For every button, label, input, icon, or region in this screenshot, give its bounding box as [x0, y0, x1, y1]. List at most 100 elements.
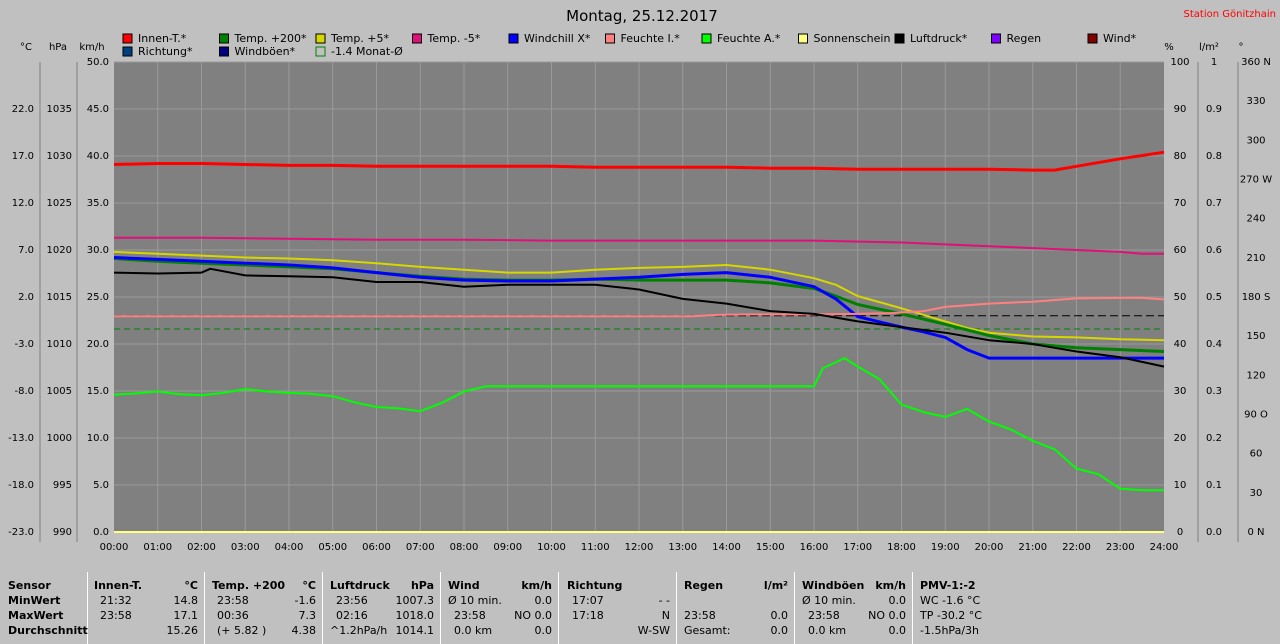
- tick-time: 17:00: [843, 542, 872, 553]
- tick-kmh: 0.0: [93, 527, 109, 538]
- stats-time: 02:16: [336, 609, 368, 622]
- stats-value: TP -30.2 °C: [920, 609, 982, 622]
- legend-label: Feuchte A.*: [717, 32, 781, 45]
- tick-time: 13:00: [668, 542, 697, 553]
- tick-rain: 0.6: [1206, 245, 1222, 256]
- stats-max-label: MaxWert: [8, 609, 64, 622]
- legend-label: Feuchte I.*: [621, 32, 681, 45]
- stats-note: Gesamt:: [684, 624, 731, 637]
- tick-celsius: -13.0: [8, 433, 34, 444]
- stats-title: Wind: [448, 579, 480, 592]
- tick-rain: 0.3: [1206, 386, 1222, 397]
- stats-title: Temp. +200: [212, 579, 286, 592]
- stats-unit: °C: [302, 579, 316, 592]
- tick-rain: 0.0: [1206, 527, 1222, 538]
- stats-regen: Regen l/m² 23:58 0.0 Gesamt: 0.0: [677, 572, 795, 644]
- stats-value: -1.5hPa/3h: [920, 624, 979, 637]
- tick-direction: 150: [1246, 331, 1265, 342]
- legend-label: Luftdruck*: [910, 32, 968, 45]
- tick-time: 07:00: [406, 542, 435, 553]
- axis-unit-label: °: [1239, 42, 1244, 53]
- tick-percent: 80: [1174, 151, 1187, 162]
- legend-swatch: [894, 33, 905, 44]
- stats-time: Ø 10 min.: [448, 594, 502, 607]
- tick-time: 11:00: [581, 542, 610, 553]
- legend-label: Windböen*: [235, 45, 296, 58]
- tick-time: 19:00: [931, 542, 960, 553]
- stats-value: W-SW: [637, 624, 670, 637]
- tick-direction: 330: [1246, 96, 1265, 107]
- stats-avg-label: Durchschnitt: [8, 624, 88, 637]
- stats-time: 17:07: [572, 594, 604, 607]
- stats-sensor: Sensor MinWert MaxWert Durchschnitt: [0, 572, 88, 644]
- legend-swatch: [412, 33, 422, 44]
- tick-rain: 0.4: [1206, 339, 1222, 350]
- tick-percent: 30: [1174, 386, 1187, 397]
- stats-title: Windböen: [802, 579, 865, 592]
- tick-time: 21:00: [1018, 542, 1047, 553]
- tick-rain: 0.2: [1206, 433, 1222, 444]
- axis-unit-label: hPa: [49, 42, 67, 53]
- tick-direction: 270 W: [1240, 175, 1272, 186]
- chart-title: Montag, 25.12.2017: [566, 7, 718, 25]
- stats-value: 0.0: [770, 624, 789, 637]
- stats-title: Regen: [684, 579, 724, 592]
- station-name: Station Gönitzhain: [1184, 9, 1276, 20]
- stats-value: 14.8: [173, 594, 199, 607]
- tick-celsius: 22.0: [12, 104, 34, 115]
- stats-time: 23:58: [217, 594, 249, 607]
- tick-time: 06:00: [362, 542, 391, 553]
- stats-time: 00:36: [217, 609, 249, 622]
- legend-label: Wind*: [1103, 32, 1137, 45]
- tick-time: 18:00: [887, 542, 916, 553]
- tick-hpa: 1025: [47, 198, 72, 209]
- legend-label: Windchill X*: [524, 32, 591, 45]
- stats-title: PMV-1:-2: [920, 579, 976, 592]
- stats-value: N: [661, 609, 670, 622]
- tick-kmh: 20.0: [87, 339, 109, 350]
- legend-label: Richtung*: [138, 45, 193, 58]
- stats-time: 23:58: [808, 609, 840, 622]
- legend-label: Temp. -5*: [427, 32, 481, 45]
- stats-note: 0.0 km: [454, 624, 493, 637]
- stats-value: 15.26: [166, 624, 199, 637]
- axis-unit-label: l/m²: [1199, 42, 1219, 53]
- tick-rain: 0.9: [1206, 104, 1222, 115]
- stats-time: 21:32: [100, 594, 132, 607]
- stats-title: Luftdruck: [330, 579, 390, 592]
- tick-kmh: 50.0: [87, 57, 109, 68]
- legend-swatch: [122, 46, 133, 57]
- legend-label: Temp. +200*: [234, 32, 308, 45]
- tick-percent: 0: [1177, 527, 1183, 538]
- legend-label: Innen-T.*: [138, 32, 187, 45]
- tick-percent: 40: [1174, 339, 1187, 350]
- legend-label: -1.4 Monat-Ø: [331, 45, 403, 58]
- stats-luftdruck: Luftdruck hPa 23:56 1007.3 02:16 1018.0 …: [323, 572, 441, 644]
- tick-rain: 0.8: [1206, 151, 1222, 162]
- legend-swatch: [219, 46, 229, 57]
- legend-swatch: [315, 33, 326, 44]
- stats-value: NO 0.0: [514, 609, 552, 622]
- stats-value: 17.1: [173, 609, 199, 622]
- stats-time: Ø 10 min.: [802, 594, 856, 607]
- tick-percent: 10: [1174, 480, 1187, 491]
- tick-direction: 30: [1250, 488, 1263, 499]
- tick-time: 16:00: [800, 542, 829, 553]
- tick-celsius: -3.0: [14, 339, 34, 350]
- tick-direction: 240: [1246, 214, 1265, 225]
- tick-celsius: 7.0: [18, 245, 34, 256]
- axis-unit-label: %: [1164, 42, 1174, 53]
- stats-unit: l/m²: [763, 579, 788, 592]
- stats-value: WC -1.6 °C: [920, 594, 981, 607]
- tick-celsius: 12.0: [12, 198, 34, 209]
- tick-time: 24:00: [1150, 542, 1179, 553]
- axis-unit-label: °C: [20, 42, 32, 53]
- stats-unit: km/h: [875, 579, 906, 592]
- stats-value: -1.6: [294, 594, 316, 607]
- tick-celsius: -8.0: [14, 386, 34, 397]
- tick-rain: 0.7: [1206, 198, 1222, 209]
- tick-time: 08:00: [450, 542, 479, 553]
- stats-value: 1018.0: [395, 609, 435, 622]
- tick-hpa: 990: [53, 527, 72, 538]
- tick-hpa: 995: [53, 480, 72, 491]
